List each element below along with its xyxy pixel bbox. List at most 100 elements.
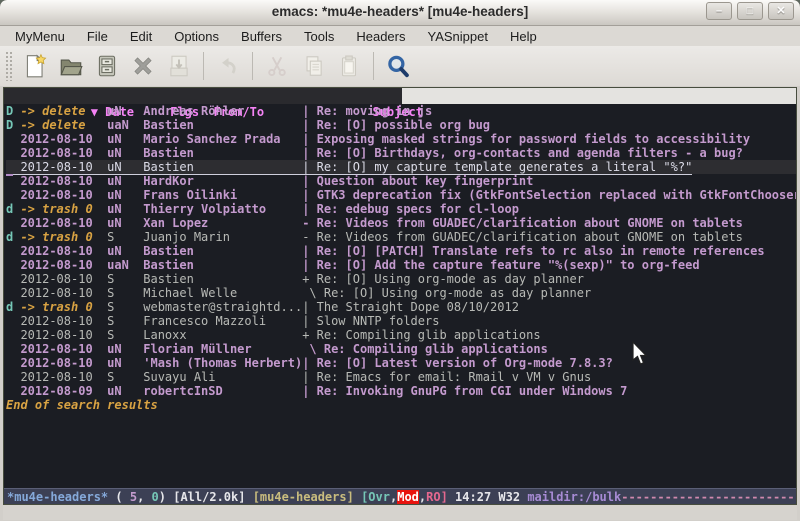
message-row[interactable]: 2012-08-10 uNBastien| Re: [O] [PATCH] Tr… (6, 244, 796, 258)
message-row-content: d -> trash 0 Swebmaster@straightd...| Th… (6, 300, 519, 314)
message-flags: S (100, 272, 143, 286)
mark-indicator (6, 328, 20, 342)
message-row-content: 2012-08-10 SFrancesco Mazzoli| Slow NNTP… (6, 314, 439, 328)
message-from: Bastien (143, 146, 302, 160)
mark-indicator: d (6, 230, 20, 244)
message-row[interactable]: 2012-08-09 uNrobertcInSD| Re: Invoking G… (6, 384, 796, 398)
mark-indicator (6, 356, 20, 370)
message-row[interactable]: 2012-08-10 uaNBastien| Re: [O] Add the c… (6, 258, 796, 272)
message-row-content: 2012-08-10 SSuvayu Ali| Re: Emacs for em… (6, 370, 591, 384)
message-subject: | Re: Invoking GnuPG from CGI under Wind… (302, 384, 627, 398)
scissors-icon (264, 53, 290, 79)
cut-button (260, 50, 294, 82)
magnifier-icon (385, 53, 411, 79)
message-flags: S (100, 300, 143, 314)
message-row[interactable]: 2012-08-10 SBastien+ Re: [O] Using org-m… (6, 272, 796, 286)
message-from: Andreas Röhler (143, 104, 302, 118)
modeline-segment: ( (108, 490, 130, 504)
message-row[interactable]: 2012-08-10 uNBastien| Re: [O] my capture… (6, 160, 796, 174)
modeline-segment: 0 (152, 490, 159, 504)
message-row[interactable]: 2012-08-10 SLanoxx+ Re: Compiling glib a… (6, 328, 796, 342)
message-row[interactable]: d -> trash 0 Swebmaster@straightd...| Th… (6, 300, 796, 314)
mark-indicator (6, 174, 20, 188)
open-file-button[interactable] (54, 50, 88, 82)
message-row-content: 2012-08-10 uNBastien| Re: [O] [PATCH] Tr… (6, 244, 765, 258)
echo-area[interactable] (3, 505, 797, 520)
message-row[interactable]: 2012-08-10 uNBastien| Re: [O] Birthdays,… (6, 146, 796, 160)
message-row-content: D -> delete uaNBastien| Re: [O] possible… (6, 118, 490, 132)
menu-item-edit[interactable]: Edit (119, 27, 163, 46)
message-subject: + Re: Compiling glib applications (302, 328, 540, 342)
message-date: 2012-08-10 (20, 188, 99, 202)
message-row[interactable]: 2012-08-10 uNFlorian Müllner \ Re: Compi… (6, 342, 796, 356)
titlebar[interactable]: emacs: *mu4e-headers* [mu4e-headers] – □… (0, 0, 800, 26)
menu-item-tools[interactable]: Tools (293, 27, 345, 46)
message-from: webmaster@straightd... (143, 300, 302, 314)
message-subject: | Re: moving in js (302, 104, 432, 118)
message-flags: S (100, 328, 143, 342)
message-row[interactable]: D -> delete uNAndreas Röhler| Re: moving… (6, 104, 796, 118)
message-row[interactable]: 2012-08-10 uNHardKor| Question about key… (6, 174, 796, 188)
mark-indicator (6, 160, 20, 174)
menu-item-headers[interactable]: Headers (345, 27, 416, 46)
header-line-filler (402, 88, 796, 104)
message-date: 2012-08-10 (20, 370, 99, 384)
maximize-button[interactable]: □ (737, 2, 763, 20)
search-button[interactable] (381, 50, 415, 82)
mark-action: -> trash 0 (20, 300, 99, 314)
toolbar-grip-handle[interactable] (5, 51, 13, 81)
save-button[interactable] (90, 50, 124, 82)
modeline-segment: maildir:/bulk (527, 490, 621, 504)
message-row[interactable]: 2012-08-10 SSuvayu Ali| Re: Emacs for em… (6, 370, 796, 384)
message-subject: | Question about key fingerprint (302, 174, 533, 188)
message-row[interactable]: 2012-08-10 uNXan Lopez- Re: Videos from … (6, 216, 796, 230)
message-row[interactable]: D -> delete uaNBastien| Re: [O] possible… (6, 118, 796, 132)
mark-indicator (6, 342, 20, 356)
message-row[interactable]: d -> trash 0 SJuanjo Marin- Re: Videos f… (6, 230, 796, 244)
toolbar (0, 46, 800, 86)
message-from: Michael Welle (143, 286, 302, 300)
message-subject: - Re: Videos from GUADEC/clarification a… (302, 216, 743, 230)
menu-item-yasnippet[interactable]: YASnippet (416, 27, 498, 46)
message-row[interactable]: 2012-08-10 SMichael Welle \ Re: [O] Usin… (6, 286, 796, 300)
menu-item-buffers[interactable]: Buffers (230, 27, 293, 46)
message-flags: uN (100, 160, 143, 174)
paste-button (332, 50, 366, 82)
message-row[interactable]: 2012-08-10 uNFrans Oilinki| GTK3 depreca… (6, 188, 796, 202)
message-subject: | Re: [O] [PATCH] Translate refs to rc a… (302, 244, 764, 258)
message-row[interactable]: 2012-08-10 uNMario Sanchez Prada| Exposi… (6, 132, 796, 146)
message-from: Florian Müllner (143, 342, 302, 356)
new-file-button[interactable] (18, 50, 52, 82)
mark-indicator (6, 146, 20, 160)
message-row[interactable]: d -> trash 0 uNThierry Volpiatto| Re: ed… (6, 202, 796, 216)
message-row-content: d -> trash 0 uNThierry Volpiatto| Re: ed… (6, 202, 519, 216)
modeline: *mu4e-headers* ( 5, 0) [All/2.0k] [mu4e-… (4, 488, 796, 505)
clipboard-icon (336, 53, 362, 79)
minimize-button[interactable]: – (706, 2, 732, 20)
message-row-content: 2012-08-10 uN'Mash (Thomas Herbert)| Re:… (6, 356, 613, 370)
mark-indicator (6, 384, 20, 398)
message-subject: + Re: [O] Using org-mode as day planner (302, 272, 584, 286)
menu-item-file[interactable]: File (76, 27, 119, 46)
message-flags: S (100, 230, 143, 244)
message-from: Francesco Mazzoli (143, 314, 302, 328)
message-date: 2012-08-10 (20, 146, 99, 160)
menu-item-help[interactable]: Help (499, 27, 548, 46)
message-row[interactable]: 2012-08-10 uN'Mash (Thomas Herbert)| Re:… (6, 356, 796, 370)
end-of-search-results: End of search results (6, 398, 796, 412)
message-row-content: 2012-08-10 SBastien+ Re: [O] Using org-m… (6, 272, 584, 286)
menu-item-mymenu[interactable]: MyMenu (4, 27, 76, 46)
message-date: 2012-08-10 (20, 244, 99, 258)
menu-item-options[interactable]: Options (163, 27, 230, 46)
close-x-icon (130, 53, 156, 79)
message-flags: uN (100, 384, 143, 398)
close-button[interactable]: ✕ (768, 2, 794, 20)
message-subject: | GTK3 deprecation fix (GtkFontSelection… (302, 188, 796, 202)
close-buffer-button[interactable] (126, 50, 160, 82)
mark-indicator (6, 188, 20, 202)
mark-indicator (6, 258, 20, 272)
copy-pages-icon (300, 53, 326, 79)
message-row-content: 2012-08-10 uNFlorian Müllner \ Re: Compi… (6, 342, 548, 356)
menubar: MyMenuFileEditOptionsBuffersToolsHeaders… (0, 26, 800, 46)
message-row[interactable]: 2012-08-10 SFrancesco Mazzoli| Slow NNTP… (6, 314, 796, 328)
